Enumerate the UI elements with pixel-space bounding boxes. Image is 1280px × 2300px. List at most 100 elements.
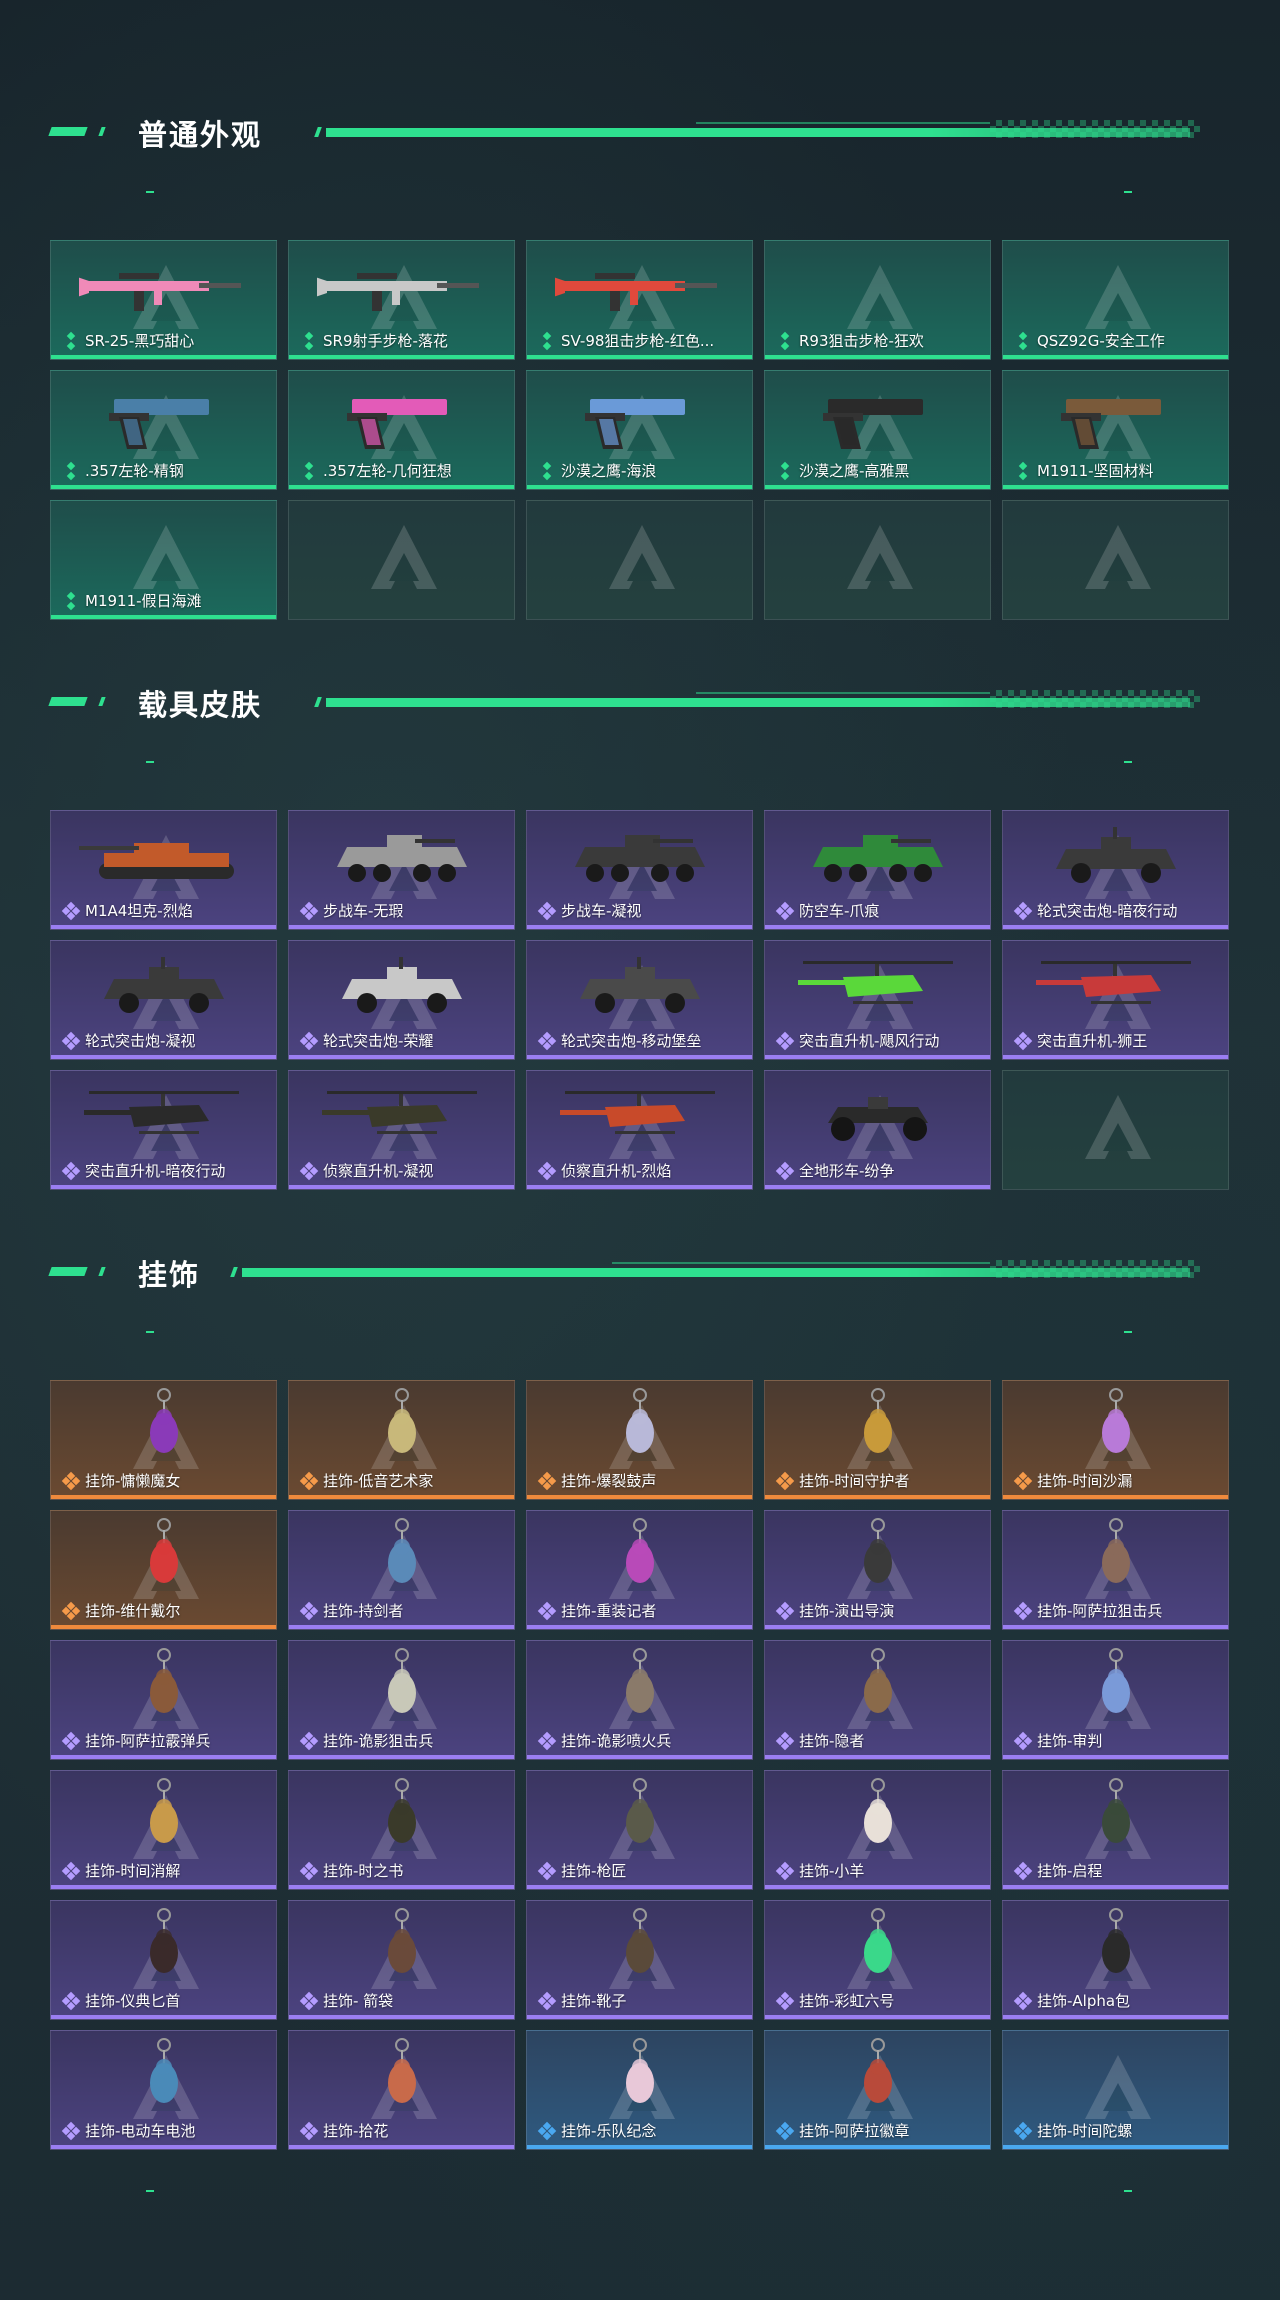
header-thin-line [612, 1262, 990, 1264]
section-title: 普通外观 [138, 118, 263, 152]
item-tile[interactable]: 挂饰-诡影喷火兵 [526, 1640, 753, 1760]
item-tile[interactable]: 挂饰-隐者 [764, 1640, 991, 1760]
item-tile[interactable]: 突击直升机-狮王 [1002, 940, 1229, 1060]
item-tile[interactable]: 挂饰-时间守护者 [764, 1380, 991, 1500]
rarity-diamond-icon [775, 1161, 795, 1181]
item-tile[interactable]: 挂饰-爆裂鼓声 [526, 1380, 753, 1500]
item-tile[interactable]: 轮式突击炮-荣耀 [288, 940, 515, 1060]
item-tile[interactable]: 挂饰-小羊 [764, 1770, 991, 1890]
item-tile[interactable]: 挂饰-诡影狙击兵 [288, 1640, 515, 1760]
item-tile[interactable]: 挂饰-启程 [1002, 1770, 1229, 1890]
item-tile[interactable]: 挂饰-电动车电池 [50, 2030, 277, 2150]
item-tile[interactable]: 轮式突击炮-移动堡垒 [526, 940, 753, 1060]
corner-mark [1124, 1331, 1132, 1333]
rarity-diamond-icon [299, 1991, 319, 2011]
item-tile[interactable]: 挂饰-阿萨拉霰弹兵 [50, 1640, 277, 1760]
item-tile[interactable]: 挂饰-时间消解 [50, 1770, 277, 1890]
section-header: 载具皮肤 [0, 670, 1280, 730]
heli-thumbnail [793, 947, 963, 1027]
header-bar-tick [230, 1267, 238, 1277]
item-label: 挂饰-审判 [1037, 1732, 1103, 1750]
section-normal-skins: 普通外观 SR-25-黑巧甜心 SR9射手步枪-落花 SV-98狙击步枪-红色.… [0, 100, 1280, 620]
item-tile[interactable]: 挂饰-低音艺术家 [288, 1380, 515, 1500]
section-header: 挂饰 [0, 1240, 1280, 1300]
header-accent [48, 697, 88, 706]
item-tile[interactable]: SR-25-黑巧甜心 [50, 240, 277, 360]
item-label: 侦察直升机-凝视 [323, 1162, 434, 1180]
rarity-diamond-icon [1013, 2121, 1033, 2141]
rarity-diamond-icon [299, 1161, 319, 1181]
item-tile[interactable]: SV-98狙击步枪-红色... [526, 240, 753, 360]
item-tile[interactable]: M1911-坚固材料 [1002, 370, 1229, 490]
header-checker-pattern [990, 1260, 1200, 1278]
item-label: 挂饰-启程 [1037, 1862, 1103, 1880]
item-tile[interactable]: 步战车-凝视 [526, 810, 753, 930]
item-tile[interactable]: 挂饰-重装记者 [526, 1510, 753, 1630]
charm-thumbnail [317, 2037, 487, 2117]
item-tile[interactable]: 步战车-无瑕 [288, 810, 515, 930]
atv-thumbnail [793, 1077, 963, 1157]
item-tile[interactable]: 挂饰-维什戴尔 [50, 1510, 277, 1630]
car-thumbnail [317, 947, 487, 1027]
rarity-diamond-icon [537, 1031, 557, 1051]
item-tile[interactable]: 侦察直升机-凝视 [288, 1070, 515, 1190]
item-tile[interactable]: 挂饰- 箭袋 [288, 1900, 515, 2020]
item-tile[interactable]: 突击直升机-飓风行动 [764, 940, 991, 1060]
item-tile[interactable]: 挂饰-Alpha包 [1002, 1900, 1229, 2020]
item-label: 沙漠之鹰-高雅黑 [799, 462, 910, 480]
item-tile[interactable]: 挂饰-靴子 [526, 1900, 753, 2020]
item-tile[interactable]: 挂饰-持剑者 [288, 1510, 515, 1630]
item-tile[interactable]: 挂饰-演出导演 [764, 1510, 991, 1630]
item-tile[interactable]: 轮式突击炮-暗夜行动 [1002, 810, 1229, 930]
item-tile[interactable]: R93狙击步枪-狂欢 [764, 240, 991, 360]
item-tile[interactable]: 挂饰-阿萨拉狙击兵 [1002, 1510, 1229, 1630]
item-label: 挂饰-诡影喷火兵 [561, 1732, 672, 1750]
charm-thumbnail [793, 1517, 963, 1597]
item-tile[interactable]: .357左轮-几何狂想 [288, 370, 515, 490]
item-tile[interactable]: QSZ92G-安全工作 [1002, 240, 1229, 360]
item-label: 突击直升机-暗夜行动 [85, 1162, 226, 1180]
item-tile[interactable]: 挂饰-拾花 [288, 2030, 515, 2150]
charm-thumbnail [79, 1517, 249, 1597]
item-tile[interactable]: 突击直升机-暗夜行动 [50, 1070, 277, 1190]
item-tile[interactable]: 挂饰-审判 [1002, 1640, 1229, 1760]
item-label: 防空车-爪痕 [799, 902, 880, 920]
item-tile[interactable]: 挂饰-时间陀螺 [1002, 2030, 1229, 2150]
item-tile[interactable]: 挂饰-时间沙漏 [1002, 1380, 1229, 1500]
item-label: 挂饰- 箭袋 [323, 1992, 394, 2010]
item-tile[interactable]: 挂饰-乐队纪念 [526, 2030, 753, 2150]
item-tile[interactable]: 轮式突击炮-凝视 [50, 940, 277, 1060]
item-tile[interactable]: 沙漠之鹰-高雅黑 [764, 370, 991, 490]
item-tile[interactable]: 侦察直升机-烈焰 [526, 1070, 753, 1190]
item-tile[interactable]: 挂饰-枪匠 [526, 1770, 753, 1890]
header-thin-line [696, 122, 990, 124]
item-tile[interactable]: 挂饰-时之书 [288, 1770, 515, 1890]
section-title: 挂饰 [138, 1258, 201, 1292]
rarity-diamond-icon [63, 461, 79, 481]
item-tile[interactable]: SR9射手步枪-落花 [288, 240, 515, 360]
rarity-diamond-icon [775, 1991, 795, 2011]
item-label: 挂饰-乐队纪念 [561, 2122, 657, 2140]
rarity-diamond-icon [775, 1471, 795, 1491]
rarity-diamond-icon [775, 901, 795, 921]
item-tile[interactable]: 挂饰-慵懒魔女 [50, 1380, 277, 1500]
rarity-diamond-icon [1013, 1601, 1033, 1621]
charm-thumbnail [555, 1647, 725, 1727]
item-tile[interactable]: 沙漠之鹰-海浪 [526, 370, 753, 490]
rifle-thumbnail [553, 247, 725, 327]
item-tile[interactable]: .357左轮-精钢 [50, 370, 277, 490]
item-label: M1A4坦克-烈焰 [85, 902, 193, 920]
item-label: 挂饰-持剑者 [323, 1602, 404, 1620]
item-tile[interactable]: 挂饰-彩虹六号 [764, 1900, 991, 2020]
item-tile[interactable]: 防空车-爪痕 [764, 810, 991, 930]
item-tile[interactable]: 全地形车-纷争 [764, 1070, 991, 1190]
rarity-diamond-icon [299, 2121, 319, 2141]
item-label: 挂饰-电动车电池 [85, 2122, 196, 2140]
tank-thumbnail [79, 817, 249, 897]
item-tile[interactable]: M1911-假日海滩 [50, 500, 277, 620]
item-tile[interactable]: 挂饰-阿萨拉徽章 [764, 2030, 991, 2150]
rarity-diamond-icon [775, 1601, 795, 1621]
item-tile[interactable]: 挂饰-仪典匕首 [50, 1900, 277, 2020]
item-tile[interactable]: M1A4坦克-烈焰 [50, 810, 277, 930]
rarity-diamond-icon [299, 901, 319, 921]
